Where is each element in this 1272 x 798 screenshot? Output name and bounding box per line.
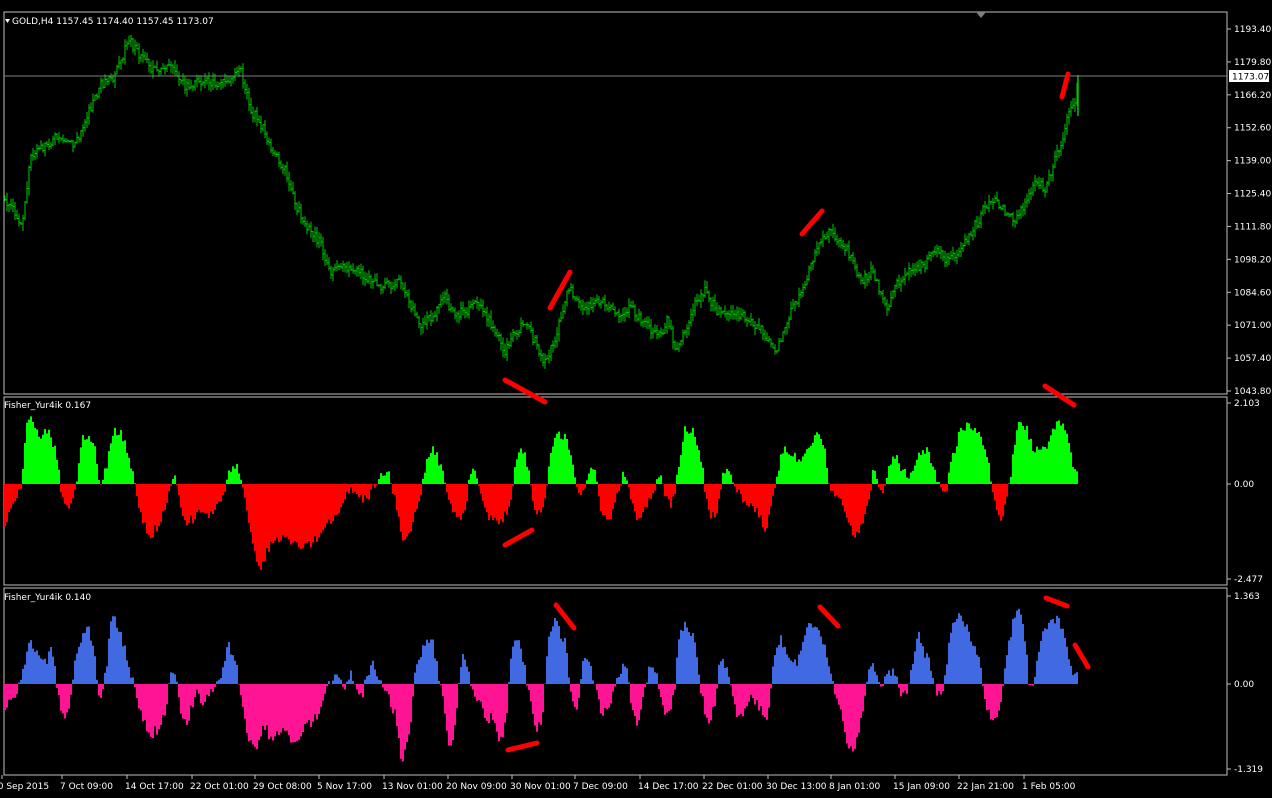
time-tick-label: 30 Sep 2015 <box>0 782 49 792</box>
time-tick-label: 1 Feb 05:00 <box>1022 782 1076 792</box>
time-tick-label: 22 Jan 21:00 <box>957 782 1014 792</box>
price-tick-label: 1111.80 <box>1234 222 1271 232</box>
axis-tick-label: 2.103 <box>1234 399 1260 409</box>
time-tick-label: 14 Dec 17:00 <box>638 782 699 792</box>
time-tick-label: 7 Oct 09:00 <box>60 782 113 792</box>
price-tick-label: 1071.00 <box>1234 321 1271 331</box>
axis-tick-label: -2.477 <box>1234 575 1263 585</box>
price-tick-label: 1139.00 <box>1234 157 1271 167</box>
fisher1-title: Fisher_Yur4ik 0.167 <box>4 401 91 411</box>
price-tick-label: 1043.80 <box>1234 387 1271 397</box>
price-tick-label: 1166.20 <box>1234 91 1271 101</box>
fisher2-title: Fisher_Yur4ik 0.140 <box>4 593 91 603</box>
price-tick-label: 1084.60 <box>1234 288 1271 298</box>
time-tick-label: 15 Jan 09:00 <box>893 782 950 792</box>
main-panel-title: GOLD,H4 1157.45 1174.40 1157.45 1173.07 <box>12 17 214 27</box>
time-tick-label: 22 Oct 01:00 <box>190 782 249 792</box>
time-tick-label: 30 Nov 01:00 <box>510 782 571 792</box>
time-tick-label: 8 Jan 01:00 <box>829 782 881 792</box>
price-tick-label: 1098.20 <box>1234 255 1271 265</box>
price-tick-label: 1179.80 <box>1234 58 1271 68</box>
time-tick-label: 20 Nov 09:00 <box>446 782 507 792</box>
price-tick-label: 1125.40 <box>1234 190 1271 200</box>
price-tick-label: 1057.40 <box>1234 354 1271 364</box>
axis-tick-label: 0.00 <box>1234 480 1254 490</box>
price-tick-label: 1193.40 <box>1234 25 1271 35</box>
axis-tick-label: -1.319 <box>1234 765 1263 775</box>
current-price-label: 1173.07 <box>1232 73 1269 83</box>
axis-tick-label: 0.00 <box>1234 680 1254 690</box>
axis-tick-label: 1.363 <box>1234 592 1260 602</box>
time-tick-label: 7 Dec 09:00 <box>573 782 628 792</box>
time-tick-label: 14 Oct 17:00 <box>125 782 184 792</box>
time-tick-label: 22 Dec 01:00 <box>702 782 763 792</box>
price-bar <box>524 324 526 326</box>
price-tick-label: 1152.60 <box>1234 124 1271 134</box>
trading-chart-window[interactable]: GOLD,H4 1157.45 1174.40 1157.45 1173.07 … <box>0 0 1272 794</box>
time-tick-label: 29 Oct 08:00 <box>253 782 312 792</box>
time-tick-label: 30 Dec 13:00 <box>766 782 827 792</box>
chart-canvas[interactable]: GOLD,H4 1157.45 1174.40 1157.45 1173.07 … <box>0 0 1272 794</box>
time-tick-label: 5 Nov 17:00 <box>317 782 372 792</box>
time-tick-label: 13 Nov 01:00 <box>382 782 443 792</box>
